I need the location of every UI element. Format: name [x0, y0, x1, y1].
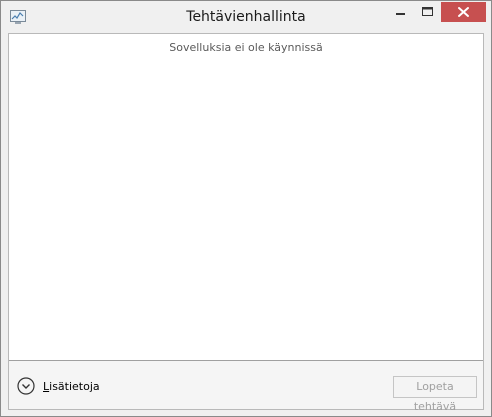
- close-icon: [458, 7, 469, 17]
- maximize-button[interactable]: [414, 2, 441, 22]
- no-apps-message: Sovelluksia ei ole käynnissä: [169, 41, 323, 54]
- chevron-down-circle-icon: [17, 377, 35, 395]
- end-task-button[interactable]: Lopeta tehtävä: [393, 376, 477, 413]
- minimize-icon: [396, 13, 405, 15]
- app-list-area: Sovelluksia ei ole käynnissä Lisätietoja…: [8, 33, 484, 413]
- footer-bar: Lisätietoja Lopeta tehtävä: [9, 360, 483, 413]
- close-button[interactable]: [441, 2, 486, 22]
- title-bar[interactable]: Tehtävienhallinta: [1, 1, 491, 33]
- more-details-label: Lisätietoja: [43, 379, 100, 393]
- maximize-icon: [422, 7, 433, 16]
- minimize-button[interactable]: [387, 2, 414, 22]
- task-manager-window: Tehtävienhallinta Sovelluksia ei ole käy…: [0, 0, 492, 417]
- more-details-button[interactable]: Lisätietoja: [17, 376, 100, 396]
